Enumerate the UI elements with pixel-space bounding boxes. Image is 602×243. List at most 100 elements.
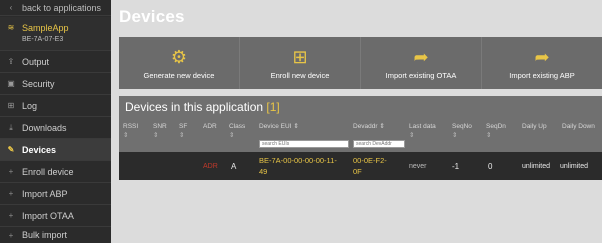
log-icon: ⊞ <box>7 101 15 110</box>
column-header-label: Daily Down <box>562 123 595 130</box>
device-eui-line1: BE-7A-00-00-00-00-11- <box>259 156 337 165</box>
column-header-label: SNR <box>153 123 167 130</box>
devices-heading-text: Devices in this application <box>125 100 264 114</box>
sidebar-item-label: Output <box>22 56 50 67</box>
action-bar: ⚙ Generate new device ⊞ Enroll new devic… <box>119 37 602 89</box>
sort-icon: ⇕ <box>123 132 129 139</box>
sidebar-item-label: Log <box>22 100 38 111</box>
sort-icon: ⇕ <box>486 132 492 139</box>
import-existing-otaa-button[interactable]: ➦ Import existing OTAA <box>361 37 482 89</box>
column-header-rssi[interactable]: RSSI ⇕ <box>123 122 138 140</box>
app-name: SampleApp <box>22 23 69 33</box>
wifi-icon: ≋ <box>7 23 15 32</box>
devices-panel: Devices in this application [1] RSSI ⇕ SN… <box>119 96 602 180</box>
plus-icon: + <box>8 189 14 198</box>
sort-icon: ⇕ <box>229 132 235 139</box>
column-header-label: ADR <box>203 123 217 130</box>
plus-icon: + <box>8 230 14 240</box>
upload-icon: ⇪ <box>7 57 15 66</box>
devices-icon: ✎ <box>7 145 15 154</box>
column-header-label: Last data <box>409 123 436 130</box>
device-class: A <box>231 161 237 171</box>
main-content: Devices ⚙ Generate new device ⊞ Enroll n… <box>111 0 602 243</box>
column-header-label: SF <box>179 123 188 130</box>
sidebar-subitem-bulk-import[interactable]: + Bulk import <box>0 227 111 243</box>
column-header-device-eui[interactable]: Device EUI ⇕ <box>259 122 299 131</box>
column-header-daily-down: Daily Down <box>562 122 596 131</box>
sidebar-item-log[interactable]: ⊞ Log <box>0 95 111 117</box>
device-seqno: -1 <box>452 161 460 171</box>
sidebar-subitem-label: Bulk import <box>22 230 68 240</box>
column-header-adr: ADR <box>203 122 217 131</box>
column-header-seqno[interactable]: SeqNo ⇕ <box>452 122 472 140</box>
sort-icon: ⇕ <box>153 132 159 139</box>
device-daily-down: unlimited <box>560 162 589 170</box>
sidebar-item-security[interactable]: ▣ Security <box>0 73 111 95</box>
lock-icon: ▣ <box>7 79 15 88</box>
column-header-label: Device EUI <box>259 123 292 130</box>
chevron-left-icon: ‹ <box>9 3 13 12</box>
sidebar-subitem-label: Import ABP <box>22 188 68 199</box>
share-arrow-icon: ➦ <box>413 47 429 67</box>
share-arrow-icon: ➦ <box>534 47 550 67</box>
plus-icon: + <box>8 211 14 220</box>
sidebar-item-label: Devices <box>22 144 57 155</box>
device-eui-line2: 49 <box>259 167 268 176</box>
column-header-class[interactable]: Class ⇕ <box>229 122 245 140</box>
import-existing-abp-button[interactable]: ➦ Import existing ABP <box>482 37 602 89</box>
action-label: Import existing ABP <box>509 71 575 80</box>
column-header-seqdn[interactable]: SeqDn ⇕ <box>486 122 506 140</box>
column-header-label: SeqDn <box>486 123 506 130</box>
back-to-applications-link[interactable]: ‹ back to applications <box>0 0 111 16</box>
sort-icon: ⇕ <box>179 132 185 139</box>
sidebar-item-devices[interactable]: ✎ Devices <box>0 139 111 161</box>
device-seqdn: 0 <box>488 161 493 171</box>
back-label: back to applications <box>22 2 102 13</box>
search-devaddr-input[interactable] <box>353 140 405 148</box>
sidebar-subitem-import-otaa[interactable]: + Import OTAA <box>0 205 111 227</box>
sidebar-item-output[interactable]: ⇪ Output <box>0 51 111 73</box>
app-eui: BE-7A-07-E3 <box>22 36 64 43</box>
column-header-snr[interactable]: SNR ⇕ <box>153 122 167 140</box>
column-header-label: Devaddr <box>353 123 378 130</box>
generate-new-device-button[interactable]: ⚙ Generate new device <box>119 37 240 89</box>
column-header-label: Class <box>229 123 246 130</box>
sidebar-item-downloads[interactable]: ⤓ Downloads <box>0 117 111 139</box>
column-header-label: SeqNo <box>452 123 472 130</box>
device-daily-up: unlimited <box>522 162 551 170</box>
sidebar-subitem-import-abp[interactable]: + Import ABP <box>0 183 111 205</box>
sidebar-item-label: Downloads <box>22 122 67 133</box>
sort-icon: ⇕ <box>452 132 458 139</box>
sort-icon: ⇕ <box>379 123 385 130</box>
app-header: ≋ SampleApp BE-7A-07-E3 <box>0 17 111 51</box>
column-header-daily-up: Daily Up <box>522 122 547 131</box>
column-header-last-data[interactable]: Last data ⇕ <box>409 122 436 140</box>
action-label: Import existing OTAA <box>385 71 457 80</box>
column-header-label: RSSI <box>123 123 139 130</box>
plus-icon: + <box>8 167 14 176</box>
table-row[interactable]: ADR A BE-7A-00-00-00-00-11- 49 00-0E-F2-… <box>119 152 602 180</box>
devices-count: [1] <box>266 100 280 114</box>
device-eui-link[interactable]: BE-7A-00-00-00-00-11- 49 <box>259 152 351 180</box>
search-eui-input[interactable] <box>259 140 349 148</box>
devices-heading: Devices in this application [1] <box>125 100 280 114</box>
device-devaddr-line2: 0F <box>353 167 362 176</box>
column-header-label: Daily Up <box>522 123 547 130</box>
action-label: Enroll new device <box>270 71 330 80</box>
sidebar-subitem-enroll-device[interactable]: + Enroll device <box>0 161 111 183</box>
column-header-sf[interactable]: SF ⇕ <box>179 122 187 140</box>
enroll-new-device-button[interactable]: ⊞ Enroll new device <box>240 37 361 89</box>
device-adr: ADR <box>203 162 218 170</box>
sort-icon: ⇕ <box>293 123 299 130</box>
device-devaddr: 00-0E-F2- 0F <box>353 152 407 180</box>
sidebar-item-label: Security <box>22 78 55 89</box>
sidebar: ‹ back to applications ≋ SampleApp BE-7A… <box>0 0 111 243</box>
device-devaddr-line1: 00-0E-F2- <box>353 156 387 165</box>
sidebar-subitem-label: Import OTAA <box>22 210 74 221</box>
sort-icon: ⇕ <box>409 132 415 139</box>
plus-icon: ⊞ <box>292 47 308 67</box>
column-header-devaddr[interactable]: Devaddr ⇕ <box>353 122 385 131</box>
action-label: Generate new device <box>143 71 215 80</box>
gears-icon: ⚙ <box>170 47 188 67</box>
page-title: Devices <box>119 7 185 26</box>
